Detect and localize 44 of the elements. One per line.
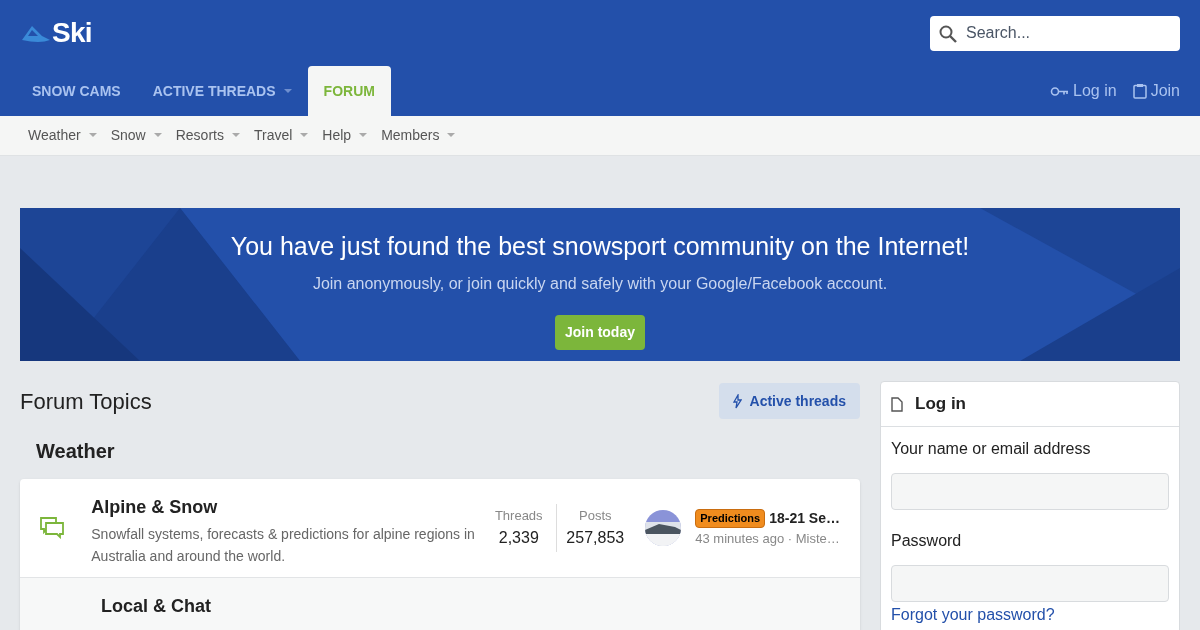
nav-tab[interactable]: ACTIVE THREADS (136, 66, 308, 116)
lightning-icon (732, 393, 742, 409)
document-icon (891, 396, 903, 412)
chat-bubbles-icon (40, 517, 64, 539)
sub-nav-item[interactable]: Help (322, 125, 368, 146)
site-logo[interactable]: Ski (20, 12, 92, 54)
stat-label: Posts (579, 507, 612, 526)
active-threads-button[interactable]: Active threads (718, 383, 860, 419)
caret-icon (153, 133, 162, 138)
field-label: Password (891, 531, 963, 551)
login-link[interactable]: Log in (1050, 79, 1117, 103)
key-icon (1050, 85, 1070, 97)
panel-title: Log in (915, 393, 966, 416)
sub-nav-item[interactable]: Snow (110, 125, 162, 146)
forum-description: Snowfall systems, forecasts & predictions for alpine regions in Australia and around the world. (91, 525, 476, 566)
stat-label: Threads (494, 507, 543, 526)
banner-subtitle: Join anonymously, or join quickly and safely with your Google/Facebook account. (312, 273, 888, 294)
caret-icon (447, 133, 456, 138)
nav-tab[interactable]: SNOW CAMS (16, 66, 137, 116)
latest-post-meta: 43 minutes ago · Miste… (695, 529, 840, 548)
search-icon (938, 23, 958, 44)
join-link[interactable]: Join (1132, 79, 1180, 103)
prefix-tag: Predictions (695, 509, 766, 528)
caret-icon (359, 133, 368, 138)
sub-nav-item[interactable]: Travel (253, 125, 309, 146)
field-label: Your name or email address (891, 439, 1092, 459)
forgot-password-link[interactable]: Forgot your password? (891, 603, 1055, 627)
password-field[interactable] (891, 565, 1169, 602)
page-title: Forum Topics (20, 387, 152, 416)
sub-nav-item[interactable]: Weather (28, 125, 97, 146)
caret-icon (231, 133, 240, 138)
caret-icon (300, 133, 309, 138)
stat-value: 257,853 (566, 527, 625, 548)
sub-nav-item[interactable]: Resorts (175, 125, 240, 146)
banner-title: You have just found the best snowsport community on the Internet! (230, 231, 970, 262)
search-field[interactable]: Search... (930, 15, 1180, 51)
stat-value: 2,339 (498, 527, 539, 548)
latest-thread-link[interactable]: 18-21 Se… (769, 507, 840, 529)
section-heading: Weather (35, 439, 116, 464)
clipboard-icon (1132, 83, 1147, 99)
caret-icon (88, 133, 97, 138)
sub-nav-item[interactable]: Members (381, 125, 456, 146)
forum-title-link[interactable]: Alpine & Snow (91, 494, 482, 521)
username-field[interactable] (891, 473, 1169, 510)
